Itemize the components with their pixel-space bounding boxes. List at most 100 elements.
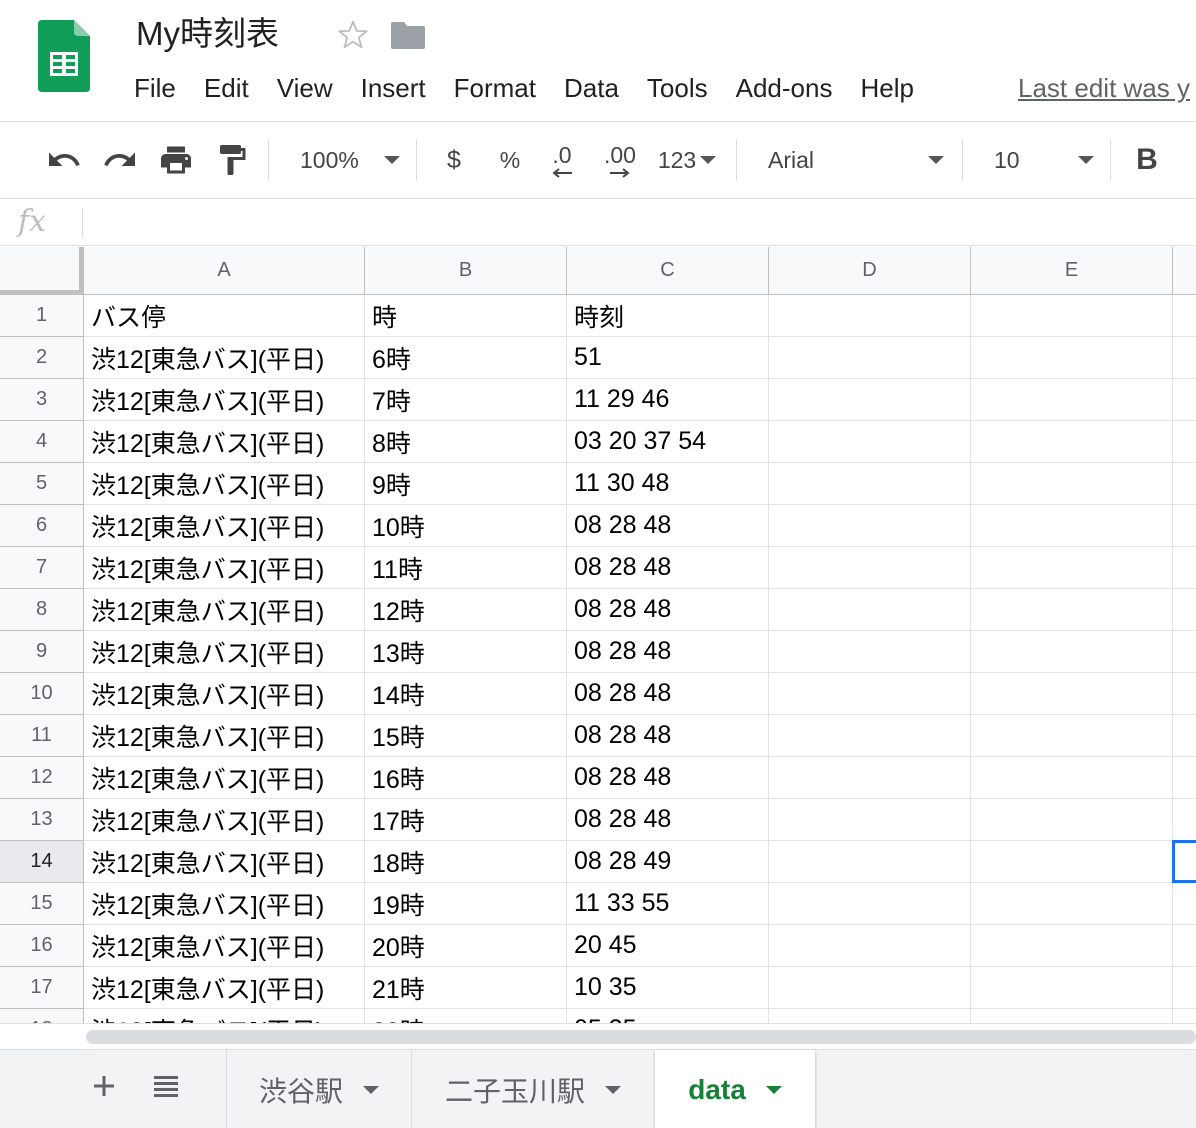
cell-b17[interactable]: 21時 — [365, 967, 567, 1009]
cell-e8[interactable] — [971, 589, 1173, 631]
menu-tools[interactable]: Tools — [633, 66, 722, 110]
cell-f12[interactable] — [1173, 757, 1196, 799]
cell-f3[interactable] — [1173, 379, 1196, 421]
cell-b9[interactable]: 13時 — [365, 631, 567, 673]
row-header[interactable]: 11 — [0, 715, 84, 757]
cell-d5[interactable] — [769, 463, 971, 505]
scrollbar-thumb[interactable] — [86, 1030, 1196, 1044]
menu-data[interactable]: Data — [550, 66, 633, 110]
cell-a13[interactable]: 渋12[東急バス](平日) — [84, 799, 365, 841]
cell-b11[interactable]: 15時 — [365, 715, 567, 757]
cell-c4[interactable]: 03 20 37 54 — [567, 421, 769, 463]
paint-format-button[interactable] — [210, 137, 254, 183]
cell-a7[interactable]: 渋12[東急バス](平日) — [84, 547, 365, 589]
cell-a6[interactable]: 渋12[東急バス](平日) — [84, 505, 365, 547]
sheet-tab-futako-tamagawa[interactable]: 二子玉川駅 — [412, 1050, 654, 1128]
bold-button[interactable]: B — [1130, 137, 1164, 183]
cell-d10[interactable] — [769, 673, 971, 715]
cell-d12[interactable] — [769, 757, 971, 799]
cell-e2[interactable] — [971, 337, 1173, 379]
row-header[interactable]: 10 — [0, 673, 84, 715]
menu-add-ons[interactable]: Add-ons — [722, 66, 847, 110]
cell-e5[interactable] — [971, 463, 1173, 505]
cell-a10[interactable]: 渋12[東急バス](平日) — [84, 673, 365, 715]
cell-b4[interactable]: 8時 — [365, 421, 567, 463]
cell-f16[interactable] — [1173, 925, 1196, 967]
font-size-select[interactable]: 10 — [984, 137, 1098, 183]
cell-e12[interactable] — [971, 757, 1173, 799]
cell-a4[interactable]: 渋12[東急バス](平日) — [84, 421, 365, 463]
sheet-tab-data[interactable]: data — [655, 1050, 815, 1128]
cell-c9[interactable]: 08 28 48 — [567, 631, 769, 673]
currency-format-button[interactable]: $ — [434, 137, 474, 183]
cell-f10[interactable] — [1173, 673, 1196, 715]
cell-c8[interactable]: 08 28 48 — [567, 589, 769, 631]
cell-d3[interactable] — [769, 379, 971, 421]
cell-a1[interactable]: バス停 — [84, 295, 365, 337]
cell-c14[interactable]: 08 28 49 — [567, 841, 769, 883]
column-header-c[interactable]: C — [567, 247, 769, 295]
row-header[interactable]: 8 — [0, 589, 84, 631]
cell-f8[interactable] — [1173, 589, 1196, 631]
cell-b1[interactable]: 時 — [365, 295, 567, 337]
menu-insert[interactable]: Insert — [347, 66, 440, 110]
cell-c3[interactable]: 11 29 46 — [567, 379, 769, 421]
row-header[interactable]: 9 — [0, 631, 84, 673]
cell-a2[interactable]: 渋12[東急バス](平日) — [84, 337, 365, 379]
cell-e1[interactable] — [971, 295, 1173, 337]
row-header[interactable]: 1 — [0, 295, 84, 337]
cell-c18[interactable]: 05 35 — [567, 1009, 769, 1023]
cell-b15[interactable]: 19時 — [365, 883, 567, 925]
cell-f9[interactable] — [1173, 631, 1196, 673]
cell-a9[interactable]: 渋12[東急バス](平日) — [84, 631, 365, 673]
cell-c13[interactable]: 08 28 48 — [567, 799, 769, 841]
cell-f1[interactable] — [1173, 295, 1196, 337]
cell-e11[interactable] — [971, 715, 1173, 757]
cell-e4[interactable] — [971, 421, 1173, 463]
cell-e10[interactable] — [971, 673, 1173, 715]
star-icon[interactable] — [336, 18, 370, 52]
row-header[interactable]: 6 — [0, 505, 84, 547]
formula-input[interactable] — [92, 200, 1192, 246]
cell-d15[interactable] — [769, 883, 971, 925]
cell-d2[interactable] — [769, 337, 971, 379]
cell-a3[interactable]: 渋12[東急バス](平日) — [84, 379, 365, 421]
cell-b2[interactable]: 6時 — [365, 337, 567, 379]
row-header[interactable]: 2 — [0, 337, 84, 379]
cell-e13[interactable] — [971, 799, 1173, 841]
cell-d16[interactable] — [769, 925, 971, 967]
cell-d18[interactable] — [769, 1009, 971, 1023]
folder-icon[interactable] — [390, 20, 426, 50]
menu-help[interactable]: Help — [846, 66, 927, 110]
cell-f17[interactable] — [1173, 967, 1196, 1009]
cell-d6[interactable] — [769, 505, 971, 547]
cell-b5[interactable]: 9時 — [365, 463, 567, 505]
redo-button[interactable] — [98, 137, 142, 183]
cell-f14[interactable] — [1173, 841, 1196, 883]
cell-e16[interactable] — [971, 925, 1173, 967]
cell-d11[interactable] — [769, 715, 971, 757]
column-header-f[interactable] — [1173, 247, 1196, 295]
cell-e9[interactable] — [971, 631, 1173, 673]
cell-c17[interactable]: 10 35 — [567, 967, 769, 1009]
cell-f18[interactable] — [1173, 1009, 1196, 1023]
percent-format-button[interactable]: % — [490, 137, 530, 183]
undo-button[interactable] — [42, 137, 86, 183]
cell-d7[interactable] — [769, 547, 971, 589]
cell-e6[interactable] — [971, 505, 1173, 547]
cell-c7[interactable]: 08 28 48 — [567, 547, 769, 589]
cell-c5[interactable]: 11 30 48 — [567, 463, 769, 505]
row-header[interactable]: 14 — [0, 841, 84, 883]
row-header[interactable]: 13 — [0, 799, 84, 841]
cell-a5[interactable]: 渋12[東急バス](平日) — [84, 463, 365, 505]
cell-d4[interactable] — [769, 421, 971, 463]
last-edit-link[interactable]: Last edit was y — [1018, 66, 1190, 110]
cell-e17[interactable] — [971, 967, 1173, 1009]
cell-f11[interactable] — [1173, 715, 1196, 757]
row-header[interactable]: 17 — [0, 967, 84, 1009]
cell-a18[interactable]: 渋12[東急バス](平日) — [84, 1009, 365, 1023]
cell-b6[interactable]: 10時 — [365, 505, 567, 547]
cell-b3[interactable]: 7時 — [365, 379, 567, 421]
menu-file[interactable]: File — [120, 66, 190, 110]
cell-e14[interactable] — [971, 841, 1173, 883]
